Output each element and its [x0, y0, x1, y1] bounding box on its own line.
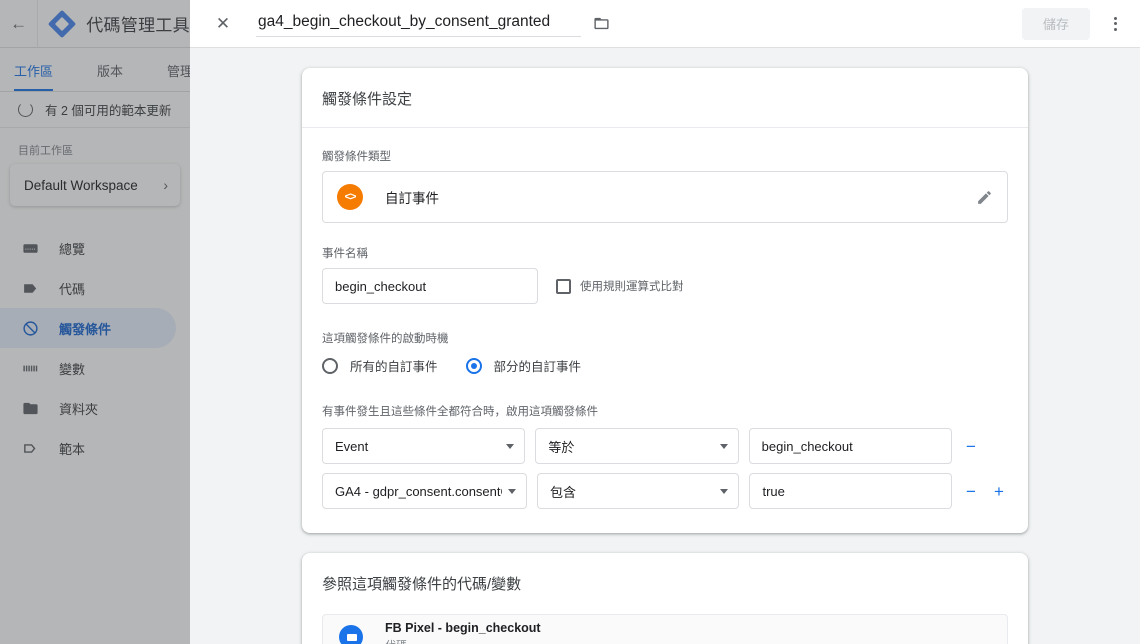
chevron-right-icon: ›	[163, 177, 168, 193]
current-workspace-label: 目前工作區	[0, 128, 190, 164]
fire-on-section: 這項觸發條件的啟動時機 所有的自訂事件 部分的自訂事件	[322, 330, 1008, 375]
sidebar-nav: 總覽 代碼 觸發條件 變數	[0, 228, 190, 468]
tab-versions[interactable]: 版本	[97, 61, 123, 91]
event-name-label: 事件名稱	[322, 245, 1008, 261]
reference-name: FB Pixel - begin_checkout	[385, 621, 541, 635]
refresh-history-icon	[18, 102, 33, 117]
regex-checkbox[interactable]	[556, 279, 571, 294]
chevron-down-icon	[720, 489, 728, 494]
remove-condition-button[interactable]: −	[962, 483, 980, 500]
tag-icon	[22, 280, 39, 297]
condition-operator-select[interactable]: 包含	[537, 473, 739, 509]
radio-label: 所有的自訂事件	[350, 356, 438, 375]
more-vert-icon[interactable]	[1098, 7, 1132, 41]
chevron-down-icon	[508, 489, 516, 494]
background-topbar: ← 代碼管理工具	[0, 0, 190, 48]
sidebar-item-label: 資料夾	[59, 399, 98, 418]
gtm-diamond-logo	[48, 9, 76, 37]
regex-checkbox-wrapper[interactable]: 使用規則運算式比對	[556, 278, 684, 294]
trigger-edit-dialog: ✕ 儲存 觸發條件設定 觸發條件類型 <> 自訂事件	[190, 0, 1140, 644]
folder-icon	[22, 400, 39, 417]
trigger-config-body: 觸發條件類型 <> 自訂事件 事件名稱 使用規則運算式比對	[302, 128, 1028, 533]
condition-operator-select[interactable]: 等於	[535, 428, 738, 464]
sidebar-item-overview[interactable]: 總覽	[0, 228, 176, 268]
condition-value-input[interactable]	[749, 473, 952, 509]
custom-event-code-icon: <>	[337, 184, 363, 210]
trigger-name-input[interactable]	[256, 10, 581, 37]
sidebar-item-variables[interactable]: 變數	[0, 348, 176, 388]
reference-item[interactable]: FB Pixel - begin_checkout 代碼	[322, 614, 1008, 644]
folder-move-icon[interactable]	[593, 15, 610, 32]
tag-circle-icon	[339, 625, 363, 644]
condition-variable-select[interactable]: GA4 - gdpr_consent.consentGr	[322, 473, 527, 509]
app-title: 代碼管理工具	[86, 11, 190, 36]
trigger-icon	[22, 320, 39, 337]
sidebar-item-tags[interactable]: 代碼	[0, 268, 176, 308]
chevron-down-icon	[506, 444, 514, 449]
fire-on-label: 這項觸發條件的啟動時機	[322, 330, 1008, 346]
condition-variable-select[interactable]: Event	[322, 428, 525, 464]
radio-label: 部分的自訂事件	[494, 356, 582, 375]
dashboard-icon	[22, 240, 39, 257]
radio-button[interactable]	[322, 358, 338, 374]
sidebar-item-folders[interactable]: 資料夾	[0, 388, 176, 428]
banner-text: 有 2 個可用的範本更新	[45, 100, 171, 119]
references-card: 參照這項觸發條件的代碼/變數 FB Pixel - begin_checkout…	[302, 553, 1028, 644]
conditions-section: 有事件發生且這些條件全都符合時，啟用這項觸發條件 Event 等於	[322, 403, 1008, 509]
template-icon	[22, 440, 39, 457]
condition-variable-value: GA4 - gdpr_consent.consentGr	[335, 484, 502, 499]
reference-text: FB Pixel - begin_checkout 代碼	[385, 621, 541, 644]
tab-workspace[interactable]: 工作區	[14, 61, 53, 91]
add-condition-button[interactable]: +	[990, 483, 1008, 500]
sidebar-item-triggers[interactable]: 觸發條件	[0, 308, 176, 348]
radio-button[interactable]	[466, 358, 482, 374]
condition-variable-value: Event	[335, 439, 500, 454]
sidebar-item-label: 總覽	[59, 239, 85, 258]
close-icon[interactable]: ✕	[206, 7, 240, 41]
dialog-header: ✕ 儲存	[190, 0, 1140, 48]
app-brand: 代碼管理工具	[38, 11, 190, 36]
dialog-body: 觸發條件設定 觸發條件類型 <> 自訂事件 事件名稱	[190, 48, 1140, 644]
template-update-banner[interactable]: 有 2 個可用的範本更新	[0, 92, 190, 128]
regex-checkbox-label: 使用規則運算式比對	[580, 278, 684, 294]
reference-type: 代碼	[385, 637, 541, 644]
condition-row: GA4 - gdpr_consent.consentGr 包含 − +	[322, 473, 1008, 509]
sidebar-item-label: 代碼	[59, 279, 85, 298]
trigger-config-card: 觸發條件設定 觸發條件類型 <> 自訂事件 事件名稱	[302, 68, 1028, 533]
condition-operator-value: 包含	[550, 482, 714, 501]
event-name-row: 使用規則運算式比對	[322, 268, 1008, 304]
arrow-left-icon[interactable]: ←	[0, 0, 38, 48]
pencil-edit-icon[interactable]	[976, 189, 993, 206]
background-tabs: 工作區 版本 管理	[0, 48, 190, 92]
chevron-down-icon	[720, 444, 728, 449]
sidebar-item-templates[interactable]: 範本	[0, 428, 176, 468]
references-body: FB Pixel - begin_checkout 代碼	[302, 602, 1028, 644]
trigger-type-name: 自訂事件	[385, 187, 954, 207]
event-name-input[interactable]	[322, 268, 538, 304]
radio-some-custom-events[interactable]: 部分的自訂事件	[466, 356, 596, 375]
tab-admin[interactable]: 管理	[167, 61, 190, 91]
sidebar-item-label: 範本	[59, 439, 85, 458]
radio-all-custom-events[interactable]: 所有的自訂事件	[322, 356, 452, 375]
condition-operator-value: 等於	[548, 437, 713, 456]
condition-row: Event 等於 − +	[322, 428, 1008, 464]
condition-value-input[interactable]	[749, 428, 952, 464]
save-button[interactable]: 儲存	[1022, 8, 1090, 40]
background-app: ← 代碼管理工具 工作區 版本 管理 有 2 個可用的範本更新 目前工作區 De…	[0, 0, 190, 644]
screen-root: ← 代碼管理工具 工作區 版本 管理 有 2 個可用的範本更新 目前工作區 De…	[0, 0, 1140, 644]
fire-on-radio-group: 所有的自訂事件 部分的自訂事件	[322, 356, 1008, 375]
dialog-title-area	[256, 10, 1018, 37]
workspace-name: Default Workspace	[24, 178, 138, 193]
trigger-type-box[interactable]: <> 自訂事件	[322, 171, 1008, 223]
trigger-type-label: 觸發條件類型	[322, 148, 1008, 164]
conditions-label: 有事件發生且這些條件全都符合時，啟用這項觸發條件	[322, 403, 1008, 419]
references-card-title: 參照這項觸發條件的代碼/變數	[302, 553, 1028, 602]
card-title: 觸發條件設定	[302, 68, 1028, 128]
workspace-selector[interactable]: Default Workspace ›	[10, 164, 180, 206]
remove-condition-button[interactable]: −	[962, 438, 980, 455]
sidebar-item-label: 觸發條件	[59, 319, 111, 338]
variables-icon	[22, 360, 39, 377]
sidebar-item-label: 變數	[59, 359, 85, 378]
